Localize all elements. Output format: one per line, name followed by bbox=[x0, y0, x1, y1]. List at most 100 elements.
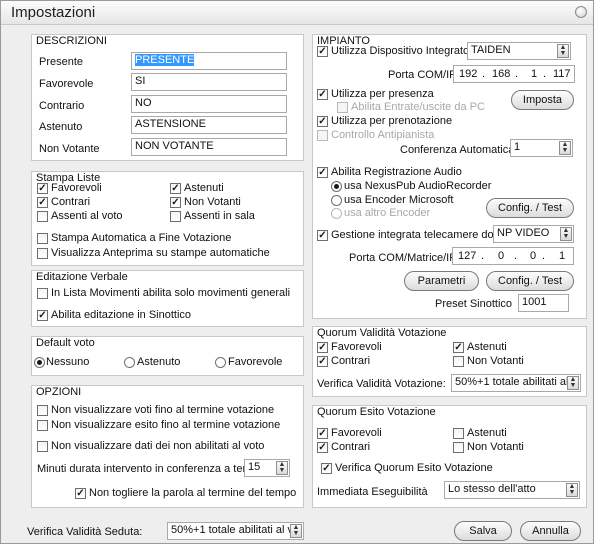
quorum-esito-title: Quorum Esito Votazione bbox=[315, 406, 438, 418]
qe-favorevoli-label: Favorevoli bbox=[331, 427, 382, 439]
qe-contrari-label: Contrari bbox=[331, 441, 371, 453]
verifica-votazione-select[interactable]: 50%+1 totale abilitati al v ▲ ▼ bbox=[451, 374, 581, 392]
abilita-audio-checkbox[interactable]: ✓ bbox=[317, 167, 328, 178]
stampa-contrari-checkbox[interactable]: ✓ bbox=[37, 197, 48, 208]
conferenza-automatica-select[interactable]: 1 ▲ ▼ bbox=[510, 139, 573, 157]
lista-movimenti-checkbox[interactable] bbox=[37, 288, 48, 299]
utilizza-prenotazione-checkbox[interactable]: ✓ bbox=[317, 116, 328, 127]
encoder-ms-radio[interactable] bbox=[331, 195, 342, 206]
minuti-spinner[interactable]: 15 ▲ ▼ bbox=[244, 459, 290, 477]
no-voti-checkbox[interactable] bbox=[37, 405, 48, 416]
astenuto-radio[interactable] bbox=[124, 357, 135, 368]
dropdown-arrow-icon[interactable]: ▲ ▼ bbox=[290, 524, 302, 538]
spinner-arrows-icon[interactable]: ▲ ▼ bbox=[276, 461, 288, 475]
controllo-antipianista-label: Controllo Antipianista bbox=[331, 129, 435, 141]
qv-non-votanti-label: Non Votanti bbox=[467, 355, 524, 367]
dropdown-arrow-icon[interactable]: ▲ ▼ bbox=[560, 227, 572, 241]
nexuspub-radio[interactable] bbox=[331, 181, 342, 192]
verifica-seduta-label: Verifica Validità Seduta: bbox=[27, 526, 143, 538]
porta-com-ip-input[interactable]: 192 . 168 . 1 . 117 bbox=[453, 65, 575, 83]
visualizza-anteprima-checkbox[interactable] bbox=[37, 248, 48, 259]
stampa-non-votanti-label: Non Votanti bbox=[184, 196, 241, 208]
dropdown-arrow-icon[interactable]: ▲ ▼ bbox=[567, 376, 579, 390]
stampa-automatica-label: Stampa Automatica a Fine Votazione bbox=[51, 232, 232, 244]
parametri-button[interactable]: Parametri bbox=[404, 271, 479, 291]
utilizza-presenza-checkbox[interactable]: ✓ bbox=[317, 89, 328, 100]
stampa-astenuti-checkbox[interactable]: ✓ bbox=[170, 183, 181, 194]
qv-astenuti-label: Astenuti bbox=[467, 341, 507, 353]
contrario-label: Contrario bbox=[39, 100, 85, 112]
editazione-sinottico-checkbox[interactable]: ✓ bbox=[37, 310, 48, 321]
verifica-quorum-checkbox[interactable]: ✓ bbox=[321, 463, 332, 474]
utilizza-dispositivo-checkbox[interactable]: ✓ bbox=[317, 46, 328, 57]
contrario-input[interactable]: NO bbox=[131, 95, 287, 113]
dispositivo-select[interactable]: TAIDEN ▲ ▼ bbox=[467, 42, 571, 60]
porta-com-label: Porta COM/IP: bbox=[388, 69, 460, 81]
stampa-assenti-sala-checkbox[interactable] bbox=[170, 211, 181, 222]
encoder-ms-label: usa Encoder Microsoft bbox=[344, 194, 454, 206]
stampa-assenti-sala-label: Assenti in sala bbox=[184, 210, 255, 222]
astenuto-label: Astenuto bbox=[39, 121, 83, 133]
stampa-assenti-voto-checkbox[interactable] bbox=[37, 211, 48, 222]
window-title: Impostazioni bbox=[11, 4, 96, 21]
close-icon[interactable] bbox=[575, 6, 587, 18]
salva-button[interactable]: Salva bbox=[454, 521, 512, 541]
quorum-validita-title: Quorum Validità Votazione bbox=[315, 327, 449, 339]
qv-astenuti-checkbox[interactable]: ✓ bbox=[453, 342, 464, 353]
nessuno-radio[interactable] bbox=[34, 357, 45, 368]
no-esito-checkbox[interactable] bbox=[37, 420, 48, 431]
dropdown-arrow-icon[interactable]: ▲ ▼ bbox=[566, 483, 578, 497]
presente-input[interactable]: PRESENTE bbox=[131, 52, 287, 70]
stampa-non-votanti-checkbox[interactable]: ✓ bbox=[170, 197, 181, 208]
eseguibilita-select[interactable]: Lo stesso dell'atto ▲ ▼ bbox=[444, 481, 580, 499]
gestione-telecamere-checkbox[interactable]: ✓ bbox=[317, 230, 328, 241]
config-test-2-button[interactable]: Config. / Test bbox=[486, 271, 574, 291]
no-dati-label: Non visualizzare dati dei non abilitati … bbox=[51, 440, 265, 452]
telecamere-select[interactable]: NP VIDEO ▲ ▼ bbox=[493, 225, 574, 243]
controllo-antipianista-checkbox[interactable] bbox=[317, 130, 328, 141]
default-voto-title: Default voto bbox=[34, 337, 97, 349]
altro-encoder-radio[interactable] bbox=[331, 208, 342, 219]
utilizza-prenotazione-label: Utilizza per prenotazione bbox=[331, 115, 453, 127]
presente-label: Presente bbox=[39, 56, 84, 68]
favorevole-input[interactable]: SI bbox=[131, 73, 287, 91]
preset-sinottico-input[interactable]: 1001 bbox=[518, 294, 569, 312]
altro-encoder-label: usa altro Encoder bbox=[344, 207, 431, 219]
eseguibilita-label: Immediata Eseguibilità bbox=[317, 486, 428, 498]
qe-non-votanti-label: Non Votanti bbox=[467, 441, 524, 453]
nessuno-label: Nessuno bbox=[46, 356, 90, 368]
verifica-seduta-select[interactable]: 50%+1 totale abilitati al vo ▲ ▼ bbox=[167, 522, 304, 540]
stampa-automatica-checkbox[interactable] bbox=[37, 233, 48, 244]
config-test-button[interactable]: Config. / Test bbox=[486, 198, 574, 218]
minuti-label: Minuti durata intervento in conferenza a… bbox=[37, 463, 264, 475]
abilita-entrate-checkbox[interactable] bbox=[337, 102, 348, 113]
stampa-astenuti-label: Astenuti bbox=[184, 182, 224, 194]
non-votante-input[interactable]: NON VOTANTE bbox=[131, 138, 287, 156]
no-togliere-checkbox[interactable]: ✓ bbox=[75, 488, 86, 499]
dropdown-arrow-icon[interactable]: ▲ ▼ bbox=[559, 141, 571, 155]
imposta-button[interactable]: Imposta bbox=[511, 90, 574, 110]
qv-favorevoli-checkbox[interactable]: ✓ bbox=[317, 342, 328, 353]
annulla-button[interactable]: Annulla bbox=[520, 521, 581, 541]
astenuto-input[interactable]: ASTENSIONE bbox=[131, 116, 287, 134]
no-esito-label: Non visualizzare esito fino al termine v… bbox=[51, 419, 281, 431]
no-togliere-label: Non togliere la parola al termine del te… bbox=[89, 487, 297, 499]
qe-contrari-checkbox[interactable]: ✓ bbox=[317, 442, 328, 453]
utilizza-presenza-label: Utilizza per presenza bbox=[331, 88, 434, 100]
abilita-entrate-label: Abilita Entrate/uscite da PC bbox=[351, 101, 485, 113]
dropdown-arrow-icon[interactable]: ▲ ▼ bbox=[557, 44, 569, 58]
stampa-favorevoli-checkbox[interactable]: ✓ bbox=[37, 183, 48, 194]
qv-non-votanti-checkbox[interactable] bbox=[453, 356, 464, 367]
no-dati-checkbox[interactable] bbox=[37, 441, 48, 452]
porta-matrice-input[interactable]: 127 . 0 . 0 . 1 bbox=[452, 247, 574, 265]
astenuto-radio-label: Astenuto bbox=[137, 356, 181, 368]
qe-astenuti-checkbox[interactable] bbox=[453, 428, 464, 439]
qv-contrari-checkbox[interactable]: ✓ bbox=[317, 356, 328, 367]
stampa-assenti-voto-label: Assenti al voto bbox=[51, 210, 123, 222]
favorevole-radio[interactable] bbox=[215, 357, 226, 368]
no-voti-label: Non visualizzare voti fino al termine vo… bbox=[51, 404, 275, 416]
qe-non-votanti-checkbox[interactable] bbox=[453, 442, 464, 453]
qe-favorevoli-checkbox[interactable]: ✓ bbox=[317, 428, 328, 439]
lista-movimenti-label: In Lista Movimenti abilita solo moviment… bbox=[51, 287, 291, 299]
settings-window: Impostazioni DESCRIZIONI Presente PRESEN… bbox=[0, 0, 594, 544]
